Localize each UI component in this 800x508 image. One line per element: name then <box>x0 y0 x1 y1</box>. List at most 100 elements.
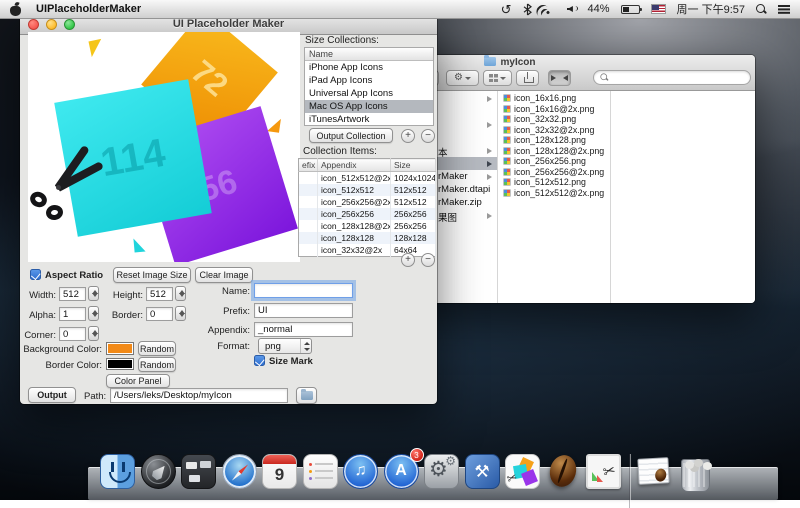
image-preview[interactable]: 72 56 114 <box>28 32 300 262</box>
height-field[interactable]: 512 <box>146 287 173 301</box>
format-dropdown[interactable]: png <box>258 338 312 354</box>
column-divider <box>497 91 498 303</box>
dock-trash-icon[interactable] <box>676 452 715 494</box>
aspect-ratio-checkbox[interactable] <box>30 269 41 280</box>
alpha-stepper[interactable] <box>88 306 99 321</box>
toolbar-action-button[interactable] <box>548 70 571 86</box>
spotlight-icon[interactable] <box>756 4 767 15</box>
choose-folder-button[interactable] <box>296 387 317 404</box>
active-app-menu[interactable]: UIPlaceholderMaker <box>36 3 141 15</box>
dock-coffee-bean-app-icon[interactable] <box>544 452 583 494</box>
collection-row[interactable]: Universal App Icons <box>305 87 433 100</box>
disclosure-arrow-icon <box>487 161 492 167</box>
table-row[interactable]: icon_32x32@2x64x64 <box>299 244 436 257</box>
size-mark-checkbox[interactable] <box>254 355 265 366</box>
collection-row[interactable]: iPhone App Icons <box>305 61 433 74</box>
file-row[interactable]: icon_512x512.png <box>503 177 609 188</box>
clear-image-button[interactable]: Clear Image <box>195 267 253 283</box>
corner-stepper[interactable] <box>88 326 99 341</box>
width-stepper[interactable] <box>88 286 99 301</box>
column-header-name[interactable]: Name <box>305 48 433 61</box>
table-row[interactable]: icon_256x256@2x512x512 <box>299 196 436 208</box>
file-row[interactable]: icon_512x512@2x.png <box>503 188 609 199</box>
size-collections-list[interactable]: Name iPhone App Icons iPad App Icons Uni… <box>304 47 434 126</box>
file-row[interactable]: icon_128x128@2x.png <box>503 146 609 157</box>
dock-calendar-icon[interactable]: 9 <box>260 452 299 494</box>
file-row[interactable]: icon_16x16@2x.png <box>503 104 609 115</box>
dock-system-preferences-icon[interactable]: ⚙⚙ <box>422 452 461 494</box>
column-header-appendix[interactable]: Appendix <box>318 159 391 172</box>
file-row[interactable]: icon_32x32.png <box>503 114 609 125</box>
file-row[interactable]: icon_32x32@2x.png <box>503 125 609 136</box>
reset-image-size-button[interactable]: Reset Image Size <box>113 267 191 283</box>
finder-search-input[interactable] <box>593 70 751 85</box>
name-field[interactable] <box>254 283 353 298</box>
background-random-button[interactable]: Random <box>138 341 176 356</box>
dock-divider <box>625 452 634 494</box>
border-stepper[interactable] <box>175 306 186 321</box>
dock-finder-icon[interactable] <box>98 452 137 494</box>
dock-downloads-stack-icon[interactable] <box>635 452 674 494</box>
file-row[interactable]: icon_128x128.png <box>503 135 609 146</box>
corner-field[interactable]: 0 <box>59 327 86 341</box>
minimize-button[interactable] <box>46 19 57 30</box>
file-row[interactable]: icon_256x256@2x.png <box>503 167 609 178</box>
time-machine-icon[interactable]: ↺ <box>501 3 512 16</box>
remove-item-button[interactable]: − <box>421 253 435 267</box>
appendix-field[interactable]: _normal <box>254 322 353 337</box>
toolbar-share-button[interactable] <box>516 70 539 86</box>
dock-ui-placeholder-maker-icon[interactable]: ✂ <box>503 452 542 494</box>
image-file-icon <box>503 94 511 102</box>
column-header-size[interactable]: Size <box>391 159 436 172</box>
collection-row-selected[interactable]: Mac OS App Icons <box>305 100 433 113</box>
dock-image-clipper-app-icon[interactable]: ✂ <box>584 452 623 494</box>
toolbar-gear-button[interactable]: ⚙ <box>446 70 479 86</box>
volume-icon[interactable] <box>567 4 577 14</box>
table-row[interactable]: icon_128x128128x128 <box>299 232 436 244</box>
collection-items-table[interactable]: efix Appendix Size icon_512x512@2x1024x1… <box>298 158 436 257</box>
dock-launchpad-icon[interactable] <box>139 452 178 494</box>
add-item-button[interactable]: + <box>401 253 415 267</box>
file-row[interactable]: icon_16x16.png <box>503 93 609 104</box>
file-row[interactable]: icon_256x256.png <box>503 156 609 167</box>
notification-center-icon[interactable] <box>778 4 790 14</box>
dock-xcode-icon[interactable]: ⚒ <box>463 452 502 494</box>
dock-itunes-icon[interactable]: ♫ <box>341 452 380 494</box>
remove-collection-button[interactable]: − <box>421 129 435 143</box>
border-random-button[interactable]: Random <box>138 357 176 372</box>
table-row[interactable]: icon_256x256256x256 <box>299 208 436 220</box>
output-collection-button[interactable]: Output Collection <box>309 128 393 143</box>
add-collection-button[interactable]: + <box>401 129 415 143</box>
apple-menu-icon[interactable] <box>10 3 22 16</box>
bluetooth-icon[interactable] <box>523 3 532 16</box>
menu-clock[interactable]: 周一 下午9:57 <box>677 1 745 17</box>
collection-row[interactable]: iPad App Icons <box>305 74 433 87</box>
width-field[interactable]: 512 <box>59 287 86 301</box>
collection-row[interactable]: iTunesArtwork <box>305 113 433 126</box>
background-color-swatch[interactable] <box>106 342 134 355</box>
path-field[interactable]: /Users/leks/Desktop/myIcon <box>110 388 288 403</box>
alpha-field[interactable]: 1 <box>59 307 86 321</box>
width-label: Width: <box>28 290 56 301</box>
border-field[interactable]: 0 <box>146 307 173 321</box>
dock-reminders-icon[interactable] <box>301 452 340 494</box>
height-stepper[interactable] <box>175 286 186 301</box>
dock-app-store-icon[interactable]: A3 <box>382 452 421 494</box>
prefix-field[interactable]: UI <box>254 303 353 318</box>
zoom-button[interactable] <box>64 19 75 30</box>
close-button[interactable] <box>28 19 39 30</box>
wifi-icon[interactable] <box>543 4 556 14</box>
border-color-swatch[interactable] <box>106 358 134 370</box>
dock-mission-control-icon[interactable] <box>179 452 218 494</box>
dock-safari-icon[interactable] <box>220 452 259 494</box>
table-row[interactable]: icon_512x512512x512 <box>299 184 436 196</box>
output-button[interactable]: Output <box>28 387 76 403</box>
table-row[interactable]: icon_512x512@2x1024x1024 <box>299 172 436 185</box>
table-row[interactable]: icon_128x128@2x256x256 <box>299 220 436 232</box>
battery-icon[interactable] <box>621 5 640 14</box>
column-header-prefix[interactable]: efix <box>299 159 318 172</box>
input-language-flag-icon[interactable] <box>651 4 666 14</box>
color-panel-button[interactable]: Color Panel <box>106 374 170 388</box>
toolbar-view-button[interactable] <box>483 70 512 86</box>
app-window[interactable]: UI Placeholder Maker 72 56 114 Size Coll… <box>20 14 437 404</box>
